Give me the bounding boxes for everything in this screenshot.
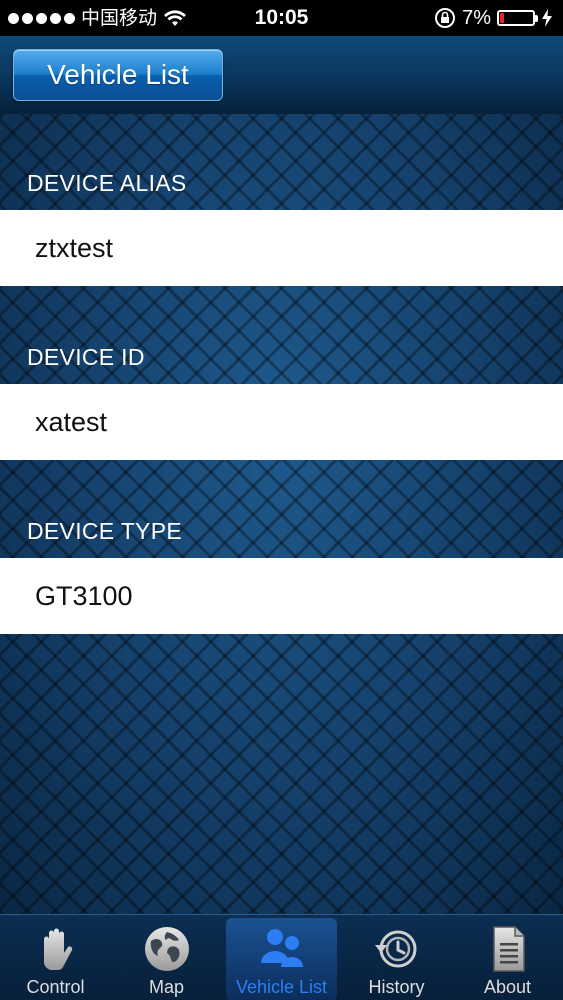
device-alias-row[interactable]: ztxtest (0, 210, 563, 286)
tab-history[interactable]: History (341, 915, 452, 1000)
tab-history-label: History (368, 977, 425, 997)
tab-about[interactable]: About (452, 915, 563, 1000)
tab-control-label: Control (26, 977, 85, 997)
tab-vehicle-list-label: Vehicle List (235, 977, 328, 997)
tab-vehicle-list[interactable]: Vehicle List (226, 918, 337, 1000)
device-id-row[interactable]: xatest (0, 384, 563, 460)
battery-percent: 7% (462, 7, 491, 29)
status-bar: 中国移动 10:05 7% (0, 0, 563, 36)
device-type-row[interactable]: GT3100 (0, 558, 563, 634)
battery-level (500, 13, 504, 23)
charging-bolt-icon (542, 9, 552, 27)
device-alias-label: DEVICE ALIAS (27, 170, 187, 196)
history-icon (374, 930, 416, 968)
device-id-label: DEVICE ID (27, 344, 145, 370)
device-type-label: DEVICE TYPE (27, 518, 182, 544)
battery-icon (497, 10, 538, 26)
device-id-value: xatest (35, 407, 108, 437)
vehicle-list-title-button[interactable]: Vehicle List (13, 49, 223, 101)
document-icon (492, 926, 525, 972)
rotation-lock-icon (435, 8, 456, 28)
globe-icon (144, 927, 189, 971)
tab-about-label: About (483, 977, 532, 997)
device-type-value: GT3100 (35, 581, 133, 611)
device-details-panel: DEVICE ALIAS ztxtest DEVICE ID xatest DE… (0, 114, 563, 914)
tab-map-label: Map (148, 977, 184, 997)
tab-bar: Control Map Vehicle List History About (0, 914, 563, 1000)
users-icon (260, 929, 303, 967)
tab-map[interactable]: Map (111, 915, 222, 1000)
status-right: 7% (434, 0, 553, 36)
vehicle-list-screen: 中国移动 10:05 7% Vehicle List DEVICE ALIAS … (0, 0, 563, 1000)
device-alias-value: ztxtest (35, 233, 114, 263)
tab-control[interactable]: Control (0, 915, 111, 1000)
nav-header: Vehicle List (0, 36, 563, 115)
hand-icon (43, 928, 72, 970)
